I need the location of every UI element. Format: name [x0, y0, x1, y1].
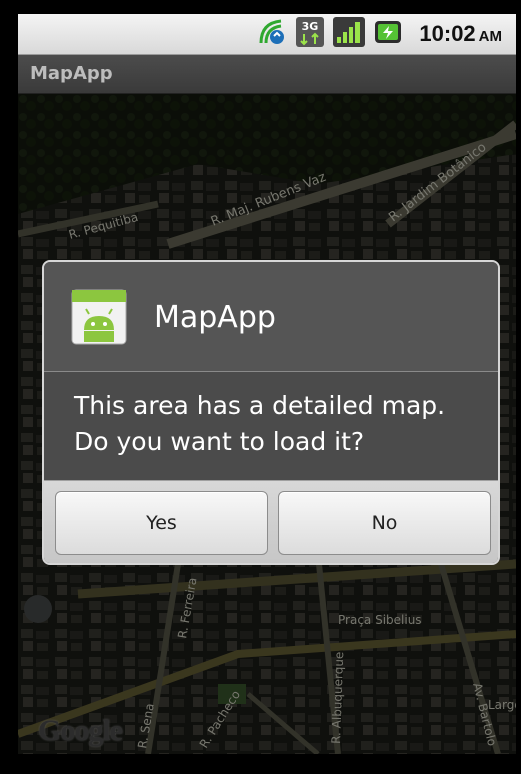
android-app-icon	[70, 288, 128, 350]
signal-icon	[333, 17, 366, 51]
dialog-title: MapApp	[154, 300, 276, 335]
battery-icon	[373, 17, 403, 51]
status-icons: 3G 10:02 AM	[257, 14, 502, 54]
no-button[interactable]: No	[278, 491, 491, 555]
yes-button[interactable]: Yes	[55, 491, 268, 555]
clock: 10:02 AM	[419, 21, 502, 46]
google-logo: Google	[38, 714, 123, 747]
dialog-message-line: Do you want to load it?	[74, 427, 365, 456]
dialog-button-bar: Yes No	[44, 480, 498, 563]
dialog-message: This area has a detailed map. Do you wan…	[74, 388, 484, 460]
3g-icon: 3G	[295, 16, 325, 52]
app-title-bar: MapApp	[18, 55, 516, 94]
sync-icon	[257, 17, 287, 51]
dialog-divider	[44, 371, 498, 372]
svg-text:3G: 3G	[302, 20, 319, 33]
load-map-dialog: MapApp This area has a detailed map. Do …	[42, 260, 500, 565]
dialog-header: MapApp	[44, 262, 498, 372]
status-bar: 3G 10:02 AM	[18, 14, 516, 55]
dialog-message-line: This area has a detailed map.	[74, 391, 446, 420]
app-title: MapApp	[30, 63, 113, 84]
phone-screen: 3G 10:02 AM MapApp R. Maj. Rubens Vaz R.…	[0, 0, 521, 774]
